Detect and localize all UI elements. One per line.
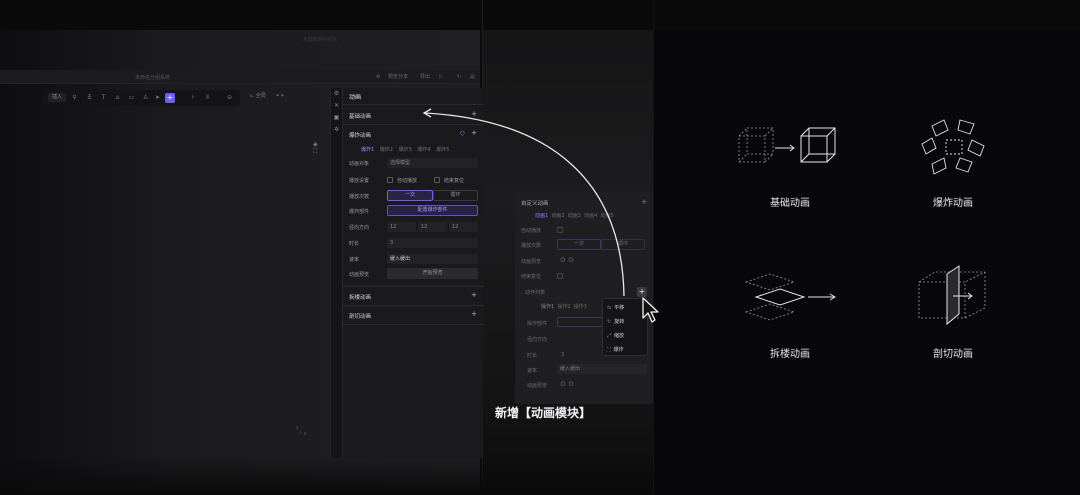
- explode-animation-icon: [921, 119, 985, 175]
- bottom-fade: [0, 455, 653, 495]
- menu-label: 爆炸: [613, 347, 624, 353]
- link-icon[interactable]: ⚲: [71, 94, 78, 101]
- layer-toggle-icon[interactable]: ◈ ⛶: [313, 141, 322, 163]
- app-title: 大屏数据可视化: [302, 37, 338, 43]
- box-rail-icon[interactable]: ▣: [333, 114, 341, 122]
- camera-icon[interactable]: ▭: [128, 94, 135, 101]
- split-animation-label: 拆楼动画: [770, 349, 810, 360]
- pointer-icon[interactable]: ➤: [154, 94, 161, 101]
- gear-rail-icon[interactable]: ✲: [333, 126, 341, 134]
- auto-play-checkbox[interactable]: [387, 177, 393, 183]
- play-label: 播放设置: [349, 178, 370, 184]
- mid-duration-value: 3: [561, 352, 565, 358]
- window-title: 未命名分组系统: [135, 75, 171, 81]
- text-icon[interactable]: T: [100, 94, 107, 101]
- cross-rail-icon[interactable]: ✕: [333, 102, 341, 110]
- mid-direction-label: 径向方向: [527, 337, 548, 343]
- menu-item-scale[interactable]: ⤢ 缩放: [607, 332, 624, 339]
- explode-icon: ⛶: [607, 347, 611, 353]
- mid-preview-label: 动画预览: [527, 383, 548, 389]
- insert-button[interactable]: 插入: [48, 93, 66, 102]
- user-icon[interactable]: ♙: [142, 94, 149, 101]
- basic-animation-label: 基础动画: [770, 198, 810, 209]
- distribute-icon[interactable]: ⫴: [204, 94, 211, 101]
- speed-label: 速率: [349, 257, 360, 263]
- refresh-icon[interactable]: ↻: [457, 73, 461, 81]
- new-module-caption: 新增【动画模块】: [495, 406, 592, 420]
- duration-label: 时长: [349, 241, 360, 247]
- direction-label: 径向方向: [349, 225, 370, 231]
- add-icon[interactable]: +: [165, 93, 175, 103]
- target-label: 动画对象: [349, 161, 370, 167]
- cursor-icon: [642, 297, 659, 323]
- mid-duration-label: 时长: [527, 353, 538, 359]
- parts-label: 爆炸部件: [349, 209, 370, 215]
- view-label: 全局: [255, 93, 266, 99]
- menu-label: 缩放: [614, 333, 625, 339]
- share-button[interactable]: 预览分享: [388, 73, 408, 81]
- preview-label: 动画预览: [349, 272, 370, 278]
- cut-animation-icon: [918, 265, 986, 326]
- tab-explode-1[interactable]: 爆炸1: [361, 147, 374, 153]
- pin-icon[interactable]: ♁: [86, 94, 93, 101]
- top-band: [0, 0, 1080, 30]
- view-controls[interactable]: ⊾ 全局 ⚭ ▾: [250, 92, 322, 104]
- split-animation-icon: [744, 273, 836, 321]
- play-icon[interactable]: ▷: [439, 73, 443, 81]
- mid-preview-icon[interactable]: ⊙ ⊙: [560, 380, 574, 388]
- scale-icon: ⤢: [607, 333, 612, 339]
- layers-icon[interactable]: ⚭ ▾: [275, 93, 283, 99]
- tab-explode-2[interactable]: 爆炸2: [380, 147, 393, 153]
- lock-icon[interactable]: ⊖: [226, 94, 233, 101]
- settings-icon[interactable]: ⚙: [376, 73, 380, 81]
- shape-icon[interactable]: ⌂: [114, 94, 121, 101]
- mid-speed-select[interactable]: 缓入缓出: [557, 364, 647, 374]
- arrow-curve: [424, 112, 625, 297]
- align-left-icon[interactable]: ⊦: [190, 94, 197, 101]
- count-label: 播放次数: [349, 194, 370, 200]
- showcase-background: [653, 0, 1080, 495]
- basic-section-title: 基础动画: [349, 114, 372, 120]
- export-button[interactable]: 导出: [420, 73, 430, 81]
- explode-animation-label: 爆炸动画: [933, 198, 973, 209]
- basic-animation-icon: [738, 127, 836, 163]
- split-section-title: 拆楼动画: [349, 295, 372, 301]
- canvas-toolbar: 插入 ⚲ ♁ T ⌂ ▭ ♙ ➤ + ⊦ ⫴ ⊖: [42, 90, 240, 106]
- mid-speed-label: 速率: [527, 368, 538, 374]
- axis-gizmo-icon: z └ x: [296, 425, 307, 437]
- panel-title: 动画: [349, 94, 362, 101]
- cut-animation-label: 剖切动画: [933, 349, 973, 360]
- flow-arrow: [422, 108, 625, 297]
- cut-section-title: 剖切动画: [349, 314, 372, 320]
- explode-section-title: 爆炸动画: [349, 133, 372, 139]
- menu-item-explode[interactable]: ⛶ 爆炸: [607, 346, 624, 353]
- animation-rail-icon[interactable]: ⚙: [333, 90, 341, 98]
- side-rail: ⚙ ✕ ▣ ✲: [330, 88, 342, 458]
- window-titlebar: 未命名分组系统 预览分享 导出 ⚙ ▷ ↻ ▤: [0, 70, 480, 84]
- view-icon: ⊾: [250, 93, 255, 99]
- trash-icon[interactable]: ▤: [470, 73, 475, 81]
